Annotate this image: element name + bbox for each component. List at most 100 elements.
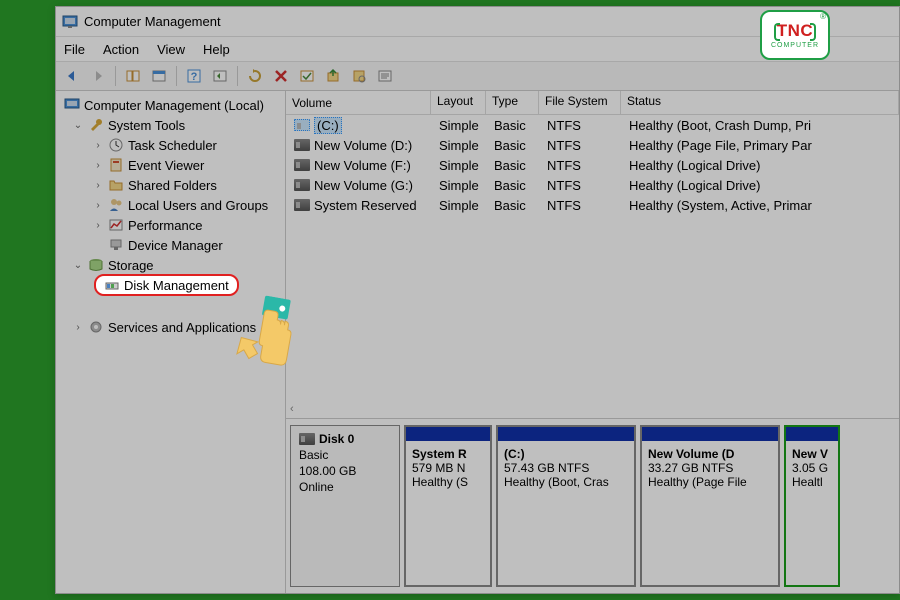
tree-task-scheduler[interactable]: › Task Scheduler — [56, 135, 285, 155]
partition[interactable]: New Volume (D33.27 GB NTFSHealthy (Page … — [640, 425, 780, 587]
partition-body: New V3.05 GHealtl — [786, 441, 838, 585]
scroll-indicator[interactable]: ‹ — [286, 400, 899, 418]
volume-table: Volume Layout Type File System Status (C… — [286, 91, 899, 419]
logo-subtitle: COMPUTER — [771, 42, 819, 49]
cell-type: Basic — [488, 198, 541, 213]
menu-file[interactable]: File — [64, 42, 85, 57]
partition-status: Healtl — [792, 475, 832, 489]
expand-icon[interactable]: › — [92, 160, 104, 171]
expand-icon[interactable]: › — [92, 200, 104, 211]
col-fs[interactable]: File System — [539, 91, 621, 114]
tnc-logo: ® TNC COMPUTER — [760, 10, 830, 60]
partition-body: New Volume (D33.27 GB NTFSHealthy (Page … — [642, 441, 778, 585]
tree-label: System Tools — [108, 118, 185, 133]
tree-performance[interactable]: › Performance — [56, 215, 285, 235]
properties-button[interactable] — [373, 64, 397, 88]
tree-label: Local Users and Groups — [128, 198, 268, 213]
tree-label: Task Scheduler — [128, 138, 217, 153]
cell-fs: NTFS — [541, 118, 623, 133]
tree-local-users[interactable]: › Local Users and Groups — [56, 195, 285, 215]
col-layout[interactable]: Layout — [431, 91, 486, 114]
table-header: Volume Layout Type File System Status — [286, 91, 899, 115]
partition-name: New V — [792, 447, 832, 461]
services-icon — [88, 319, 104, 335]
expand-icon[interactable]: › — [92, 220, 104, 231]
detail-pane: Volume Layout Type File System Status (C… — [286, 91, 899, 593]
menu-help[interactable]: Help — [203, 42, 230, 57]
expand-icon[interactable]: › — [72, 322, 84, 333]
toolbar-button-9[interactable] — [347, 64, 371, 88]
cell-type: Basic — [488, 118, 541, 133]
tree-shared-folders[interactable]: › Shared Folders — [56, 175, 285, 195]
col-type[interactable]: Type — [486, 91, 539, 114]
expand-icon[interactable]: › — [92, 140, 104, 151]
toolbar-button-8[interactable] — [321, 64, 345, 88]
disk-info[interactable]: Disk 0 Basic 108.00 GB Online — [290, 425, 400, 587]
partition-name: (C:) — [504, 447, 628, 461]
table-row[interactable]: (C:)SimpleBasicNTFSHealthy (Boot, Crash … — [286, 115, 899, 135]
delete-button[interactable] — [269, 64, 293, 88]
back-button[interactable] — [60, 64, 84, 88]
expand-icon[interactable]: › — [92, 180, 104, 191]
table-row[interactable]: New Volume (G:)SimpleBasicNTFSHealthy (L… — [286, 175, 899, 195]
collapse-icon[interactable]: ⌄ — [72, 260, 84, 271]
tree-disk-management[interactable]: Disk Management — [56, 275, 285, 295]
volume-name: New Volume (F:) — [314, 158, 411, 173]
folder-icon — [108, 177, 124, 193]
show-hide-tree-button[interactable] — [121, 64, 145, 88]
volume-icon — [294, 159, 310, 171]
device-icon — [108, 237, 124, 253]
partition[interactable]: (C:)57.43 GB NTFSHealthy (Boot, Cras — [496, 425, 636, 587]
volume-name: New Volume (G:) — [314, 178, 413, 193]
help-button[interactable]: ? — [182, 64, 206, 88]
tree-label: Storage — [108, 258, 154, 273]
event-icon — [108, 157, 124, 173]
partition-name: System R — [412, 447, 484, 461]
cell-fs: NTFS — [541, 198, 623, 213]
tools-icon — [88, 117, 104, 133]
menu-action[interactable]: Action — [103, 42, 139, 57]
cell-status: Healthy (Logical Drive) — [623, 158, 899, 173]
cell-fs: NTFS — [541, 158, 623, 173]
cell-layout: Simple — [433, 138, 488, 153]
window-title: Computer Management — [84, 14, 221, 29]
table-row[interactable]: New Volume (D:)SimpleBasicNTFSHealthy (P… — [286, 135, 899, 155]
tree-storage[interactable]: ⌄ Storage — [56, 255, 285, 275]
disk-name-row: Disk 0 — [299, 432, 391, 446]
tree-system-tools[interactable]: ⌄ System Tools — [56, 115, 285, 135]
tree-device-manager[interactable]: Device Manager — [56, 235, 285, 255]
storage-icon — [88, 257, 104, 273]
forward-button[interactable] — [86, 64, 110, 88]
volume-icon — [294, 119, 310, 131]
partition[interactable]: System R579 MB NHealthy (S — [404, 425, 492, 587]
partition-body: System R579 MB NHealthy (S — [406, 441, 490, 585]
disk-icon — [299, 433, 315, 445]
tree-label: Computer Management (Local) — [84, 98, 264, 113]
col-volume[interactable]: Volume — [286, 91, 431, 114]
disk-map: Disk 0 Basic 108.00 GB Online System R57… — [286, 419, 899, 593]
cell-layout: Simple — [433, 158, 488, 173]
partition[interactable]: New V3.05 GHealtl — [784, 425, 840, 587]
menu-view[interactable]: View — [157, 42, 185, 57]
cell-status: Healthy (Boot, Crash Dump, Pri — [623, 118, 899, 133]
tree-label: Device Manager — [128, 238, 223, 253]
toolbar-button-7[interactable] — [295, 64, 319, 88]
tree-label: Disk Management — [124, 278, 229, 293]
refresh-button[interactable] — [243, 64, 267, 88]
cell-status: Healthy (Logical Drive) — [623, 178, 899, 193]
volume-icon — [294, 179, 310, 191]
logo-text: TNC — [777, 21, 813, 41]
disk-name: Disk 0 — [319, 432, 354, 446]
volume-icon — [294, 199, 310, 211]
table-row[interactable]: System ReservedSimpleBasicNTFSHealthy (S… — [286, 195, 899, 215]
collapse-icon[interactable]: ⌄ — [72, 120, 84, 131]
tree-root[interactable]: Computer Management (Local) — [56, 95, 285, 115]
tree-event-viewer[interactable]: › Event Viewer — [56, 155, 285, 175]
cell-type: Basic — [488, 158, 541, 173]
col-status[interactable]: Status — [621, 91, 899, 114]
toolbar-button-4[interactable] — [208, 64, 232, 88]
toolbar-button-2[interactable] — [147, 64, 171, 88]
table-row[interactable]: New Volume (F:) SimpleBasicNTFSHealthy (L… — [286, 155, 899, 175]
disk-mgmt-icon — [104, 277, 120, 293]
tree-services-apps[interactable]: › Services and Applications — [56, 317, 285, 337]
